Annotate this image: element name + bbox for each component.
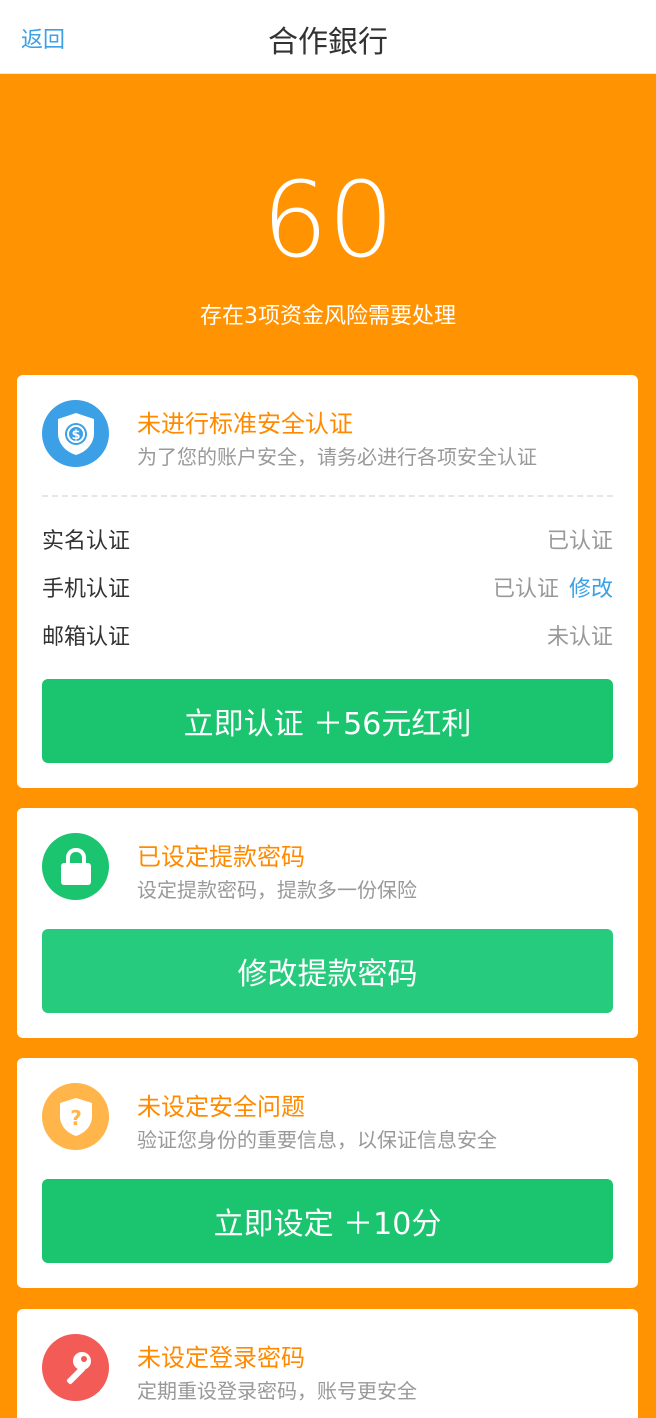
lock-icon xyxy=(42,833,109,900)
divider xyxy=(42,495,613,497)
shield-question-icon: ? xyxy=(42,1083,109,1150)
nav-bar: 返回 合作銀行 xyxy=(0,0,656,74)
security-score: 60 xyxy=(261,159,395,281)
card-desc: 为了您的账户安全，请务必进行各项安全认证 xyxy=(137,445,537,469)
row-status: 已认证 xyxy=(492,577,559,602)
row-phone: 手机认证 已认证 修改 xyxy=(42,572,613,602)
row-status: 已认证 xyxy=(546,529,613,554)
card-title: 未进行标准安全认证 xyxy=(137,410,353,438)
key-icon xyxy=(42,1334,109,1401)
modify-phone-link[interactable]: 修改 xyxy=(569,571,613,603)
row-label: 手机认证 xyxy=(42,577,131,602)
row-status: 未认证 xyxy=(546,625,613,650)
row-label: 邮箱认证 xyxy=(42,625,131,650)
auth-card: $ 未进行标准安全认证 为了您的账户安全，请务必进行各项安全认证 实名认证 已认… xyxy=(17,375,638,788)
page-title: 合作銀行 xyxy=(268,25,388,60)
card-desc: 设定提款密码，提款多一份保险 xyxy=(137,878,417,902)
card-title: 未设定登录密码 xyxy=(137,1344,305,1372)
security-question-card: ? 未设定安全问题 验证您身份的重要信息，以保证信息安全 立即设定 ＋10分 xyxy=(17,1058,638,1288)
svg-text:?: ? xyxy=(70,1106,82,1130)
card-title: 未设定安全问题 xyxy=(137,1093,305,1121)
row-realname: 实名认证 已认证 xyxy=(42,524,613,554)
login-password-card: 未设定登录密码 定期重设登录密码，账号更安全 xyxy=(17,1309,638,1418)
row-email: 邮箱认证 未认证 xyxy=(42,620,613,650)
svg-text:$: $ xyxy=(71,428,80,443)
set-question-button[interactable]: 立即设定 ＋10分 xyxy=(42,1179,613,1263)
modify-withdraw-password-button[interactable]: 修改提款密码 xyxy=(42,929,613,1013)
withdraw-password-card: 已设定提款密码 设定提款密码，提款多一份保险 修改提款密码 xyxy=(17,808,638,1038)
risk-summary: 存在3项资金风险需要处理 xyxy=(200,304,456,329)
card-desc: 验证您身份的重要信息，以保证信息安全 xyxy=(137,1128,497,1152)
row-label: 实名认证 xyxy=(42,529,131,554)
shield-dollar-icon: $ xyxy=(42,400,109,467)
card-title: 已设定提款密码 xyxy=(137,843,305,871)
card-desc: 定期重设登录密码，账号更安全 xyxy=(137,1379,417,1403)
verify-now-button[interactable]: 立即认证 ＋56元红利 xyxy=(42,679,613,763)
